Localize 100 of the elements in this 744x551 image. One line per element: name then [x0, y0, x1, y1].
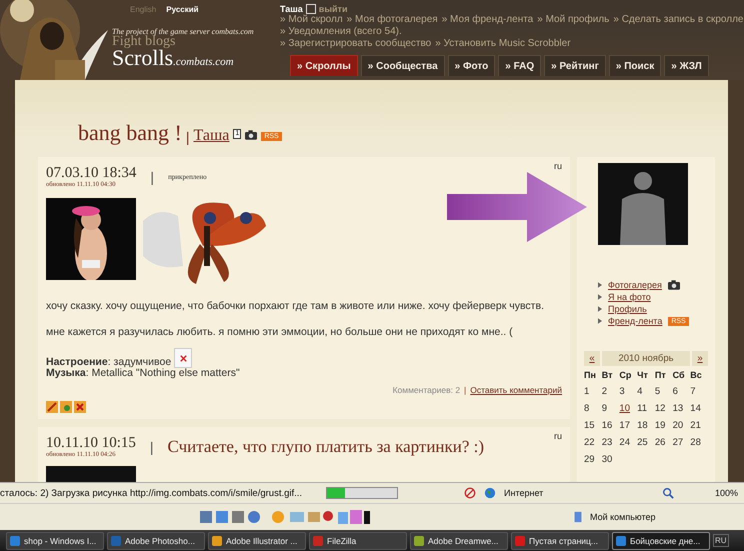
weekday-label: Вт	[602, 370, 614, 380]
calendar-day: 13	[672, 403, 690, 414]
calendar-day: 2	[602, 386, 620, 397]
weekday-label: Сб	[672, 370, 686, 380]
delete-icon[interactable]	[74, 401, 86, 413]
calendar-day: 19	[654, 420, 673, 431]
leave-comment-link[interactable]: Оставить комментарий	[470, 385, 562, 395]
header-link[interactable]: » Сделать запись в скролле	[613, 14, 744, 26]
checkbox-icon	[306, 4, 316, 14]
language-indicator[interactable]: RU	[713, 534, 729, 547]
calendar-day: 22	[584, 437, 602, 448]
calendar-day: 23	[602, 437, 620, 448]
sidebar-link[interactable]: Фотогалерея	[608, 279, 662, 291]
nav-tab[interactable]: » ЖЗЛ	[664, 55, 709, 76]
taskbar-button[interactable]: Пустая страниц...	[511, 532, 609, 550]
taskbar-button[interactable]: Бойцовские дне...	[612, 532, 710, 550]
bullet-icon	[598, 306, 602, 312]
separator: |	[464, 385, 466, 395]
logo-domain: .combats.com	[173, 56, 234, 68]
zoom-level[interactable]: 100%	[714, 488, 738, 498]
calendar-day: 6	[672, 386, 690, 397]
app-icon	[515, 536, 525, 546]
computer-icon	[572, 511, 584, 523]
calendar-day: 27	[672, 437, 690, 448]
weekday-label: Пт	[654, 370, 667, 380]
camera-icon	[668, 280, 680, 290]
calendar-day: 1	[584, 386, 602, 397]
post-title[interactable]: Считаете, что глупо платить за картинки? :)	[168, 436, 484, 456]
calendar-day: 20	[672, 420, 690, 431]
mood-text: Настроение: задумчивое	[46, 357, 172, 368]
logo-name: Scrolls	[112, 48, 174, 68]
tag-icon[interactable]	[60, 401, 72, 413]
bullet-icon	[598, 294, 602, 300]
user-name: Таша	[280, 4, 303, 14]
nav-tab[interactable]: » FAQ	[498, 55, 542, 76]
privacy-icon	[464, 487, 476, 499]
broken-image-icon	[174, 348, 192, 368]
globe-icon	[484, 487, 496, 499]
logo-tagline: The project of the game server combats.com	[112, 27, 254, 36]
zoom-icon[interactable]	[662, 487, 674, 499]
calendar-day-link[interactable]: 10	[619, 403, 638, 414]
separator: |	[150, 168, 154, 184]
taskbar-button[interactable]: FileZilla	[309, 532, 407, 550]
blog-title: bang bang !	[78, 121, 182, 145]
nav-tab[interactable]: » Рейтинг	[544, 55, 606, 76]
calendar-day: 3	[619, 386, 638, 397]
prev-month-link[interactable]: «	[584, 351, 600, 366]
header-link[interactable]: » Моя френд-лента	[442, 14, 534, 26]
app-icon	[313, 536, 323, 546]
nav-tab[interactable]: » Поиск	[608, 55, 662, 76]
header-link[interactable]: » Установить Music Scrobbler	[435, 38, 571, 50]
logo-subtitle: Fight blogs	[112, 36, 176, 48]
taskbar-button[interactable]: Adobe Dreamwe...	[410, 532, 508, 550]
camera-icon	[245, 130, 258, 140]
separator: |	[186, 129, 190, 145]
nav-tab[interactable]: » Фото	[448, 55, 496, 76]
calendar-day: 17	[619, 420, 638, 431]
calendar-day: 12	[654, 403, 673, 414]
header-link[interactable]: » Уведомления (всего 54).	[280, 26, 402, 38]
calendar-month: 2010 ноябрь	[602, 351, 690, 366]
app-icon	[111, 536, 121, 546]
weekday-label: Вс	[690, 370, 703, 380]
app-icon	[212, 536, 222, 546]
header-link[interactable]: » Мой скролл	[280, 14, 343, 26]
author-link[interactable]: Таша	[194, 127, 230, 145]
next-month-link[interactable]: »	[692, 351, 708, 366]
header-link[interactable]: » Моя фотогалерея	[346, 14, 438, 26]
language-label: ru	[554, 161, 562, 171]
post-date: 07.03.10 18:34	[46, 165, 136, 181]
calendar-day: 18	[637, 420, 655, 431]
nav-tab[interactable]: » Скроллы	[290, 55, 358, 76]
calendar-day: 14	[690, 403, 708, 414]
header-link[interactable]: » Зарегистрировать сообщество	[280, 38, 432, 50]
calendar-day: 4	[637, 386, 655, 397]
nav-tab[interactable]: » Сообщества	[360, 55, 445, 76]
app-icon	[10, 536, 20, 546]
post-paragraph: хочу сказку. хочу ощущение, что бабочки порхают где там в животе или ниже. хочу фейерверк чувств.	[46, 300, 545, 312]
zone-label: Мой компьютер	[590, 512, 656, 522]
zone-label: Интернет	[504, 488, 544, 498]
calendar-day: 7	[690, 386, 708, 397]
calendar-day: 11	[637, 403, 655, 414]
sidebar-link[interactable]: Френд-лента	[608, 315, 662, 327]
header-link[interactable]: » Мой профиль	[537, 14, 610, 26]
calendar-day: 5	[654, 386, 673, 397]
language-link[interactable]: Русский	[166, 5, 199, 14]
calendar-day: 30	[602, 454, 620, 465]
taskbar-button[interactable]: Adobe Photosho...	[107, 532, 205, 550]
logout-link[interactable]: выйти	[318, 4, 348, 14]
post-date: 10.11.10 10:15	[46, 435, 136, 451]
post-paragraph: мне кажется я разучилась любить. я помню эти эммоции, но больше они не приходят ко мне.. (	[46, 326, 514, 338]
bullet-icon	[598, 318, 602, 324]
sidebar-link[interactable]: Профиль	[608, 303, 647, 315]
taskbar-button[interactable]: Adobe Illustrator ...	[208, 532, 306, 550]
language-label: ru	[554, 431, 562, 441]
taskbar-button[interactable]: shop - Windows I...	[6, 532, 104, 550]
separator: |	[150, 438, 154, 454]
edit-icon[interactable]	[46, 401, 58, 413]
music-text: Музыка: Metallica "Nothing else matters"	[46, 368, 241, 379]
calendar-day: 9	[602, 403, 620, 414]
sidebar-link[interactable]: Я на фото	[608, 291, 651, 303]
